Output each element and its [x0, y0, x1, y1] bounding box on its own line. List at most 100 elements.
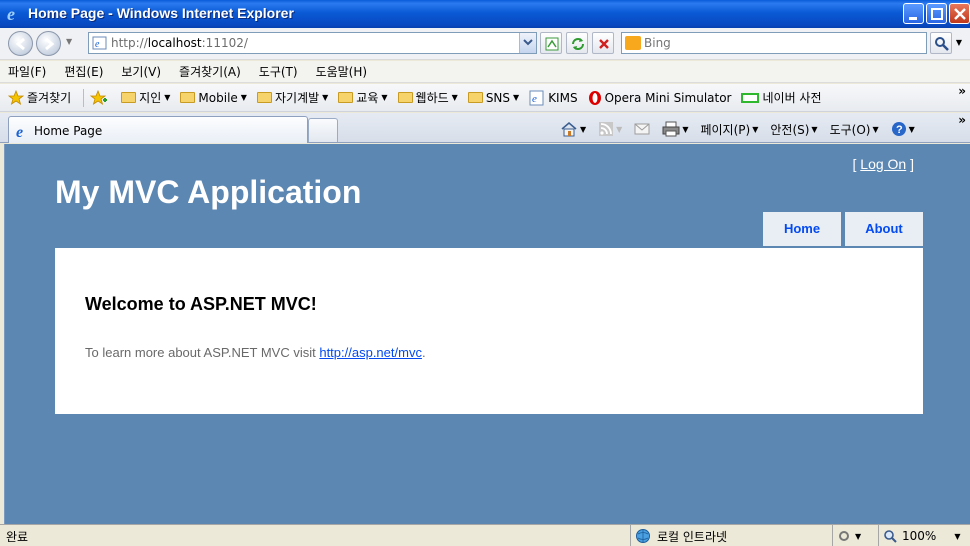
ie-tab-icon: e — [16, 124, 23, 139]
compatibility-view-button[interactable] — [540, 32, 562, 54]
favorites-label: 즐겨찾기 — [27, 91, 72, 105]
folder-icon — [256, 92, 272, 103]
fav-folder-label: 지인 — [139, 91, 162, 105]
caret-down-icon: ▼ — [811, 124, 818, 134]
home-icon — [561, 121, 577, 137]
page-menu-button[interactable]: 페이지(P) ▼ — [700, 121, 758, 138]
star-icon — [8, 89, 24, 105]
print-button[interactable]: ▼ — [662, 121, 688, 137]
menu-favorites[interactable]: 즐겨찾기(A) — [177, 63, 243, 80]
tools-menu-button[interactable]: 도구(O) ▼ — [830, 121, 879, 138]
mail-icon — [634, 123, 650, 135]
asp-net-mvc-link[interactable]: http://asp.net/mvc — [319, 345, 422, 360]
opera-icon — [588, 90, 601, 105]
help-menu-button[interactable]: ? ▼ — [891, 121, 915, 137]
menu-edit[interactable]: 편집(E) — [62, 63, 105, 80]
fav-folder-0[interactable]: 지인 ▼ — [121, 89, 170, 106]
nav-home-link[interactable]: Home — [763, 212, 841, 246]
close-window-button[interactable] — [949, 3, 970, 24]
fav-folder-2[interactable]: 자기계발 ▼ — [256, 89, 328, 106]
refresh-button[interactable] — [566, 32, 588, 54]
tab-label: Home Page — [34, 124, 103, 138]
stop-icon — [599, 39, 609, 49]
stop-button[interactable] — [592, 32, 614, 54]
history-dropdown-icon[interactable]: ▼ — [66, 37, 72, 46]
menu-tools[interactable]: 도구(T) — [257, 63, 300, 80]
search-button[interactable] — [930, 32, 952, 54]
printer-icon — [662, 121, 680, 137]
window-title: Home Page - Windows Internet Explorer — [28, 5, 294, 21]
command-bar: ▼ ▼ ▼ 페이지(P) ▼ 안전(S) ▼ 도구(O) ▼ ? ▼ — [560, 119, 927, 139]
security-zone[interactable]: 로컬 인트라넷 — [630, 525, 830, 546]
fav-folder-3[interactable]: 교육 ▼ — [338, 89, 388, 106]
chevron-down-icon — [523, 39, 533, 46]
folder-icon — [338, 92, 354, 103]
search-options-dropdown[interactable]: ▼ — [952, 32, 966, 54]
svg-text:?: ? — [896, 124, 903, 136]
caret-down-icon: ▼ — [451, 93, 458, 102]
minimize-button[interactable] — [903, 3, 924, 24]
folder-icon — [397, 92, 413, 103]
menu-view[interactable]: 보기(V) — [119, 63, 163, 80]
caret-down-icon: ▼ — [240, 93, 247, 102]
favorites-button[interactable]: 즐겨찾기 — [8, 89, 71, 106]
address-toolbar: ▼ e http://localhost:11102/ ▼ — [0, 28, 970, 60]
intro-text: To learn more about ASP.NET MVC visit — [85, 345, 320, 360]
fav-link-naver[interactable]: 네이버 사전 — [741, 89, 822, 106]
help-icon: ? — [891, 122, 906, 136]
minimize-icon — [909, 17, 917, 20]
back-button[interactable] — [8, 31, 33, 56]
address-bar[interactable]: e http://localhost:11102/ — [88, 32, 537, 54]
ie-logo-icon: e — [7, 5, 15, 23]
fav-link-kims[interactable]: e KIMS — [529, 90, 578, 106]
naver-icon — [741, 92, 760, 103]
fav-folder-4[interactable]: 웹하드 ▼ — [397, 89, 458, 106]
protected-mode-button[interactable]: ▼ — [832, 525, 876, 546]
fav-link-opera[interactable]: Opera Mini Simulator — [588, 90, 731, 106]
favorites-overflow-chevron-icon[interactable]: » — [958, 84, 966, 98]
menu-help[interactable]: 도움말(H) — [314, 63, 370, 80]
page-viewport: [ Log On ] My MVC Application Home About… — [4, 144, 970, 524]
fav-folder-label: 교육 — [356, 91, 379, 105]
read-mail-button[interactable] — [634, 122, 650, 136]
status-text: 완료 — [6, 530, 29, 544]
safety-menu-button[interactable]: 안전(S) ▼ — [770, 121, 817, 138]
fav-folder-label: Mobile — [198, 90, 238, 105]
caret-down-icon: ▼ — [872, 124, 879, 134]
tab-home-page[interactable]: e Home Page — [8, 116, 308, 143]
login-bracket-close: ] — [906, 156, 914, 172]
commandbar-overflow-chevron-icon[interactable]: » — [958, 113, 966, 127]
nav-about-link[interactable]: About — [845, 212, 923, 246]
forward-button[interactable] — [36, 31, 61, 56]
svg-text:e: e — [532, 93, 537, 105]
maximize-button[interactable] — [926, 3, 947, 24]
address-dropdown-button[interactable] — [519, 33, 536, 53]
fav-folder-1[interactable]: Mobile ▼ — [180, 91, 247, 105]
ie-page-icon: e — [529, 90, 544, 105]
tab-row: e Home Page ▼ ▼ ▼ 페이지(P) ▼ 안전(S) ▼ 도구(O) — [0, 113, 970, 143]
page-heading: Welcome to ASP.NET MVC! — [85, 294, 317, 314]
folder-icon — [180, 92, 196, 103]
tools-menu-label: 도구(O) — [829, 122, 871, 137]
fav-link-label: 네이버 사전 — [762, 91, 822, 105]
settings-icon — [839, 531, 849, 541]
back-arrow-icon — [15, 37, 25, 51]
window-titlebar[interactable]: e Home Page - Windows Internet Explorer — [0, 0, 970, 28]
address-url[interactable]: http://localhost:11102/ — [111, 36, 248, 50]
menu-file[interactable]: 파일(F) — [6, 63, 48, 80]
menu-bar: 파일(F) 편집(E) 보기(V) 즐겨찾기(A) 도구(T) 도움말(H) — [0, 61, 970, 83]
caret-down-icon: ▼ — [855, 531, 862, 541]
add-to-favorites-button[interactable] — [90, 89, 111, 106]
add-favorite-icon — [90, 89, 108, 105]
feeds-button[interactable]: ▼ — [598, 121, 622, 137]
folder-icon — [467, 92, 483, 103]
search-box[interactable] — [621, 32, 927, 54]
fav-folder-5[interactable]: SNS ▼ — [467, 91, 519, 105]
maximize-icon — [931, 8, 943, 20]
favorites-bar: 즐겨찾기 지인 ▼ Mobile ▼ 자기계발 ▼ 교육 ▼ 웹하드 ▼ SNS ▼ e K… — [0, 84, 970, 112]
search-input[interactable] — [644, 35, 914, 51]
new-tab-button[interactable] — [308, 118, 338, 142]
zoom-button[interactable]: 100% ▼ — [878, 525, 970, 546]
home-button[interactable]: ▼ — [560, 121, 586, 137]
log-on-link[interactable]: Log On — [860, 156, 906, 172]
